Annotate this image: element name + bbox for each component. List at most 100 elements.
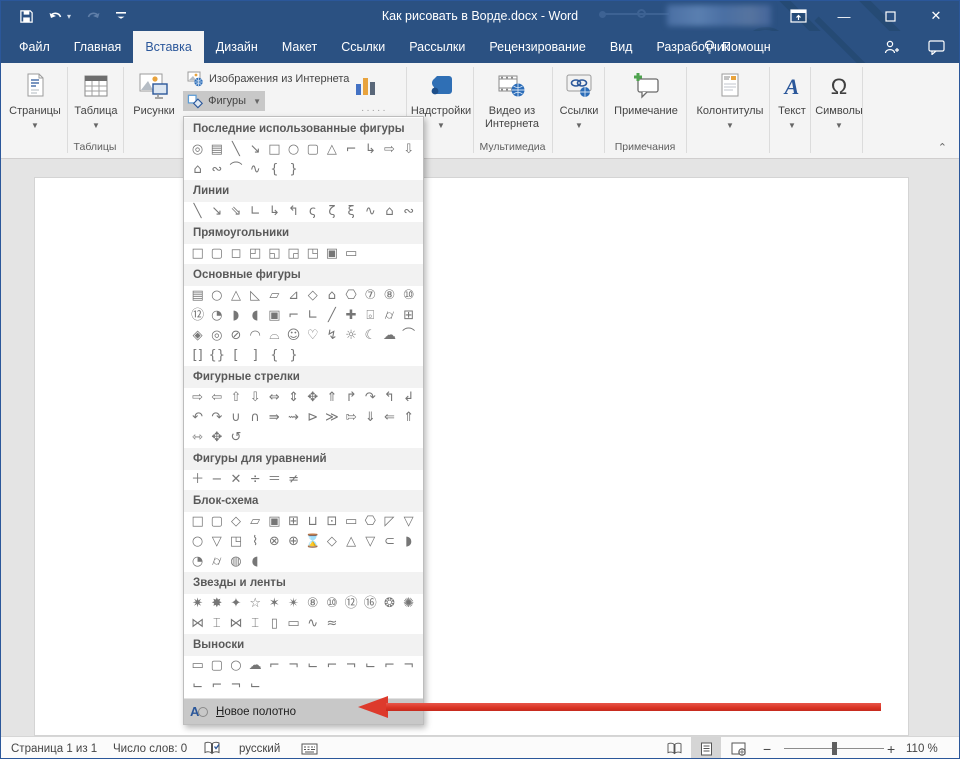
shape-item[interactable]: ▤ [207,140,226,160]
shape-item[interactable]: ⇛ [265,408,284,428]
shape-item[interactable]: [] [188,346,207,366]
shape-item[interactable]: ¬ [284,656,303,676]
word-count[interactable]: Число слов: 0 [113,737,187,759]
shape-item[interactable]: ❂ [380,594,399,614]
shape-item[interactable]: ▽ [361,532,380,552]
shape-item[interactable]: ∾ [399,202,418,222]
shape-item[interactable]: ¬ [399,656,418,676]
shape-item[interactable]: ◳ [303,244,322,264]
shape-item[interactable]: ⎔ [361,512,380,532]
shape-item[interactable]: ◸ [380,512,399,532]
shape-item[interactable]: ⇦ [207,388,226,408]
shape-item[interactable]: ∟ [246,202,265,222]
shape-item[interactable]: ╱ [322,306,341,326]
pictures-button[interactable]: Рисунки [127,67,181,118]
shape-item[interactable]: ζ [322,202,341,222]
shape-item[interactable]: ＝ [265,470,284,490]
shape-item[interactable]: ◎ [207,326,226,346]
shape-item[interactable]: ╲ [188,202,207,222]
symbols-button[interactable]: Ω Символы ▼ [815,67,863,132]
proofing-status[interactable] [204,737,220,759]
minimize-button[interactable]: — [821,1,867,31]
shape-item[interactable]: ⊿ [284,286,303,306]
language-indicator[interactable]: русский [239,737,280,759]
shape-item[interactable]: ⌇ [246,532,265,552]
shape-item[interactable]: ◠ [246,326,265,346]
shape-item[interactable]: ⇨ [380,140,399,160]
shape-item[interactable]: ∿ [246,160,265,180]
shape-item[interactable]: ▣ [265,306,284,326]
shape-item[interactable]: ◗ [399,532,418,552]
shape-item[interactable]: ✴ [284,594,303,614]
shape-item[interactable]: ↶ [188,408,207,428]
shape-item[interactable]: ς [303,202,322,222]
shape-item[interactable]: ▢ [207,512,226,532]
shape-item[interactable]: } [284,160,303,180]
shape-item[interactable]: ⊕ [284,532,303,552]
shape-item[interactable]: ¬ [226,676,245,696]
text-button[interactable]: A Текст ▼ [773,67,811,132]
share-person-icon[interactable] [882,39,900,55]
shape-item[interactable]: △ [342,532,361,552]
shape-item[interactable]: ⇕ [284,388,303,408]
shape-item[interactable]: ⌐ [284,306,303,326]
shape-item[interactable]: ▽ [399,512,418,532]
shape-item[interactable]: ⌶ [207,614,226,634]
shape-item[interactable]: ⌶ [246,614,265,634]
shape-item[interactable]: ☼ [342,326,361,346]
table-button[interactable]: Таблица ▼ [71,67,121,132]
shape-item[interactable]: ✕ [226,470,245,490]
shape-item[interactable]: ☾ [361,326,380,346]
shape-item[interactable]: ☁ [380,326,399,346]
shape-item[interactable]: ⇩ [399,140,418,160]
shape-item[interactable]: ⑫ [188,306,207,326]
shape-item[interactable]: ↳ [265,202,284,222]
shape-item[interactable]: ⌐ [342,140,361,160]
shape-item[interactable]: ◳ [226,532,245,552]
shape-item[interactable]: ⌓ [265,326,284,346]
shape-item[interactable]: ⇑ [322,388,341,408]
shape-item[interactable]: ◱ [265,244,284,264]
shape-item[interactable]: ÷ [246,470,265,490]
shape-item[interactable]: ↱ [342,388,361,408]
shape-item[interactable]: ⌭ [380,306,399,326]
shape-item[interactable]: □ [188,244,207,264]
shape-item[interactable]: ◖ [246,552,265,572]
maximize-button[interactable] [867,1,913,31]
shape-item[interactable]: ◇ [303,286,322,306]
shape-item[interactable]: ▣ [322,244,341,264]
shape-item[interactable]: ↘ [246,140,265,160]
shape-item[interactable]: ∟ [303,306,322,326]
shape-item[interactable]: ↰ [284,202,303,222]
shape-item[interactable]: ⋈ [226,614,245,634]
chart-button[interactable] [353,73,377,104]
shape-item[interactable]: ∿ [361,202,380,222]
shape-item[interactable]: ◻ [226,244,245,264]
shape-item[interactable]: □ [265,140,284,160]
shape-item[interactable]: ◗ [226,306,245,326]
online-pictures-button[interactable]: Изображения из Интернета [183,69,353,89]
shape-item[interactable]: ≠ [284,470,303,490]
shape-item[interactable]: ▭ [342,512,361,532]
zoom-level[interactable]: 110 % [906,737,938,759]
shape-item[interactable]: ⑩ [399,286,418,306]
shape-item[interactable]: ◔ [207,306,226,326]
shape-item[interactable]: ↳ [361,140,380,160]
shape-item[interactable]: ¬ [342,656,361,676]
shape-item[interactable]: ⑩ [322,594,341,614]
shape-item[interactable]: − [207,470,226,490]
shape-item[interactable]: ⌙ [361,656,380,676]
ribbon-tab[interactable]: Вид [598,31,645,63]
shape-item[interactable]: ⇓ [361,408,380,428]
shapes-button[interactable]: Фигуры ▼ [183,91,265,111]
zoom-in-button[interactable]: + [887,737,895,759]
shape-item[interactable]: ◈ [188,326,207,346]
shape-item[interactable]: ▽ [207,532,226,552]
ribbon-tab[interactable]: Дизайн [204,31,270,63]
shape-item[interactable]: ⇿ [188,428,207,448]
shape-item[interactable]: ⊘ [226,326,245,346]
shape-item[interactable]: } [284,346,303,366]
shape-item[interactable]: ≈ [322,614,341,634]
shape-item[interactable]: △ [226,286,245,306]
shape-item[interactable]: ▱ [265,286,284,306]
